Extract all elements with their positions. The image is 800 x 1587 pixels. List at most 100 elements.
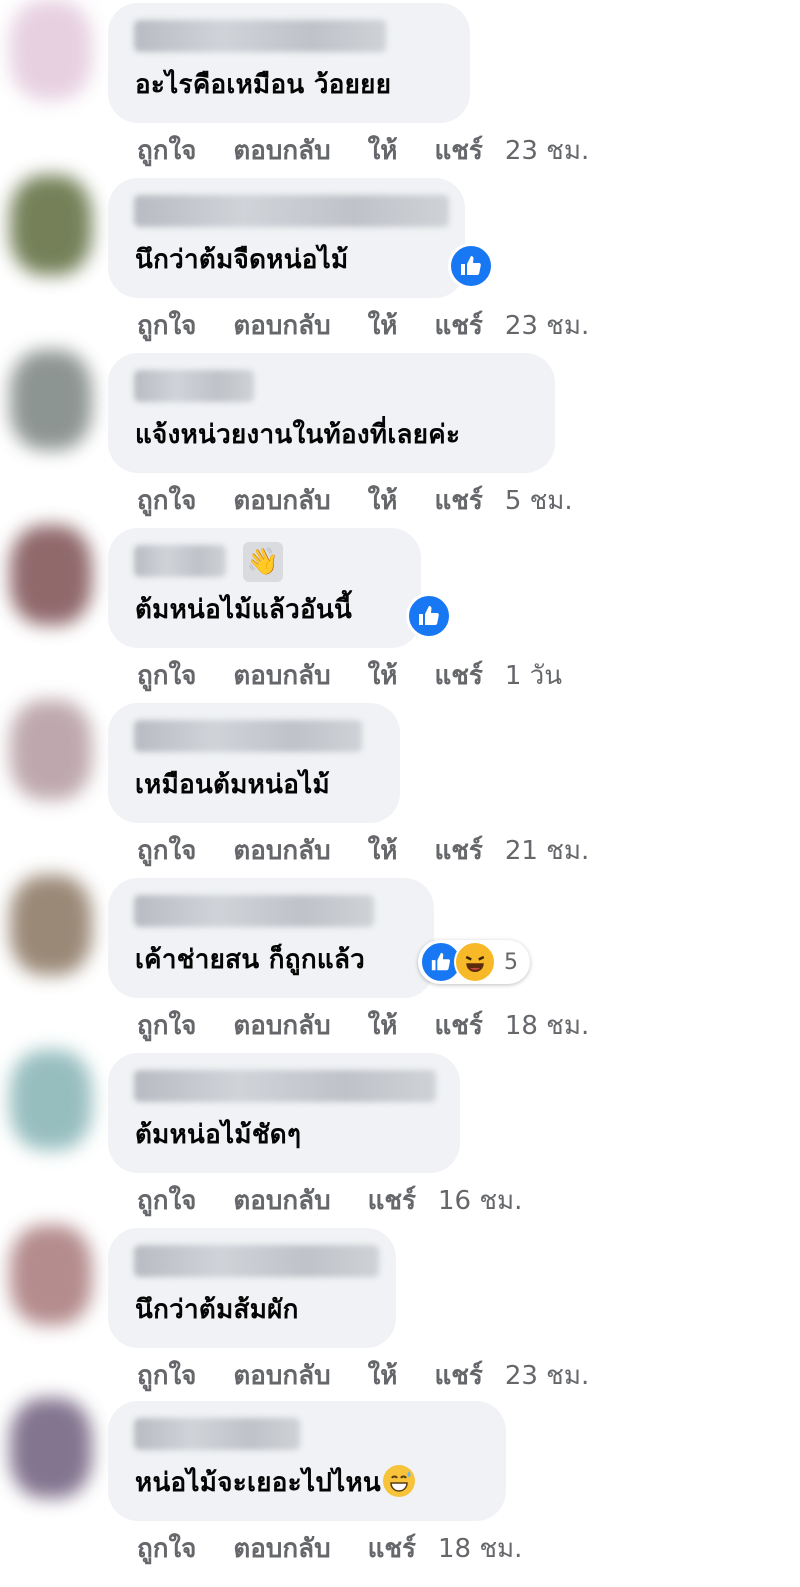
comment-actions: ถูกใจ ตอบกลับ แชร์ 16 ชม. xyxy=(137,1180,522,1220)
share-action[interactable]: แชร์ xyxy=(434,1005,482,1046)
comment: นึกว่าต้มส้มผัก ถูกใจ ตอบกลับ ให้ แชร์ 2… xyxy=(0,1225,800,1400)
give-action[interactable]: ให้ xyxy=(368,1355,398,1396)
timestamp[interactable]: 18 ชม. xyxy=(438,1528,522,1569)
comment-actions: ถูกใจ ตอบกลับ ให้ แชร์ 5 ชม. xyxy=(137,480,573,520)
comment-actions: ถูกใจ ตอบกลับ ให้ แชร์ 23 ชม. xyxy=(137,130,589,170)
reply-action[interactable]: ตอบกลับ xyxy=(233,655,330,696)
like-action[interactable]: ถูกใจ xyxy=(137,1005,196,1046)
reply-action[interactable]: ตอบกลับ xyxy=(233,1355,330,1396)
comment: แจ้งหน่วยงานในท้องที่เลยค่ะ ถูกใจ ตอบกลั… xyxy=(0,350,800,525)
like-action[interactable]: ถูกใจ xyxy=(137,1528,196,1569)
avatar[interactable] xyxy=(10,525,92,625)
timestamp[interactable]: 23 ชม. xyxy=(505,305,589,346)
comment-text: หน่อไม้จะเยอะไปไหน xyxy=(135,1463,416,1503)
comment: เหมือนต้มหน่อไม้ ถูกใจ ตอบกลับ ให้ แชร์ … xyxy=(0,700,800,875)
avatar[interactable] xyxy=(10,350,92,450)
timestamp[interactable]: 16 ชม. xyxy=(438,1180,522,1221)
haha-reaction-icon xyxy=(454,941,496,983)
comment-bubble: อะไรคือเหมือน ว้อยยย xyxy=(108,3,470,123)
share-action[interactable]: แชร์ xyxy=(368,1528,416,1569)
avatar[interactable] xyxy=(10,1225,92,1325)
author-name-blurred[interactable] xyxy=(134,895,374,927)
comment: หน่อไม้จะเยอะไปไหน ถูกใจ ตอบกลับ แชร์ 18… xyxy=(0,1398,800,1573)
comment-text: ต้มหน่อไม้ชัดๆ xyxy=(135,1120,302,1150)
timestamp[interactable]: 23 ชม. xyxy=(505,1355,589,1396)
comment-text: ต้มหน่อไม้แล้วอันนี้ xyxy=(135,595,353,625)
give-action[interactable]: ให้ xyxy=(368,655,398,696)
reaction-count: 5 xyxy=(504,949,518,975)
author-name-blurred[interactable] xyxy=(134,195,449,227)
comment-actions: ถูกใจ ตอบกลับ แชร์ 18 ชม. xyxy=(137,1528,522,1568)
comment: 👋 ต้มหน่อไม้แล้วอันนี้ ถูกใจ ตอบกลับ ให้… xyxy=(0,525,800,700)
avatar[interactable] xyxy=(10,0,92,100)
author-name-blurred[interactable] xyxy=(134,370,254,402)
avatar[interactable] xyxy=(10,700,92,800)
share-action[interactable]: แชร์ xyxy=(434,655,482,696)
like-reaction-icon[interactable] xyxy=(448,243,494,289)
comment: ต้มหน่อไม้ชัดๆ ถูกใจ ตอบกลับ แชร์ 16 ชม. xyxy=(0,1050,800,1225)
timestamp[interactable]: 21 ชม. xyxy=(505,830,589,871)
author-name-blurred[interactable] xyxy=(134,720,362,752)
timestamp[interactable]: 23 ชม. xyxy=(505,130,589,171)
avatar[interactable] xyxy=(10,175,92,275)
comment-bubble: หน่อไม้จะเยอะไปไหน xyxy=(108,1401,506,1521)
share-action[interactable]: แชร์ xyxy=(434,480,482,521)
like-action[interactable]: ถูกใจ xyxy=(137,830,196,871)
author-name-blurred[interactable] xyxy=(134,1245,379,1277)
like-action[interactable]: ถูกใจ xyxy=(137,130,196,171)
comment-bubble: นึกว่าต้มจืดหน่อไม้ xyxy=(108,178,465,298)
like-action[interactable]: ถูกใจ xyxy=(137,655,196,696)
comment-text: อะไรคือเหมือน ว้อยยย xyxy=(135,70,392,100)
give-action[interactable]: ให้ xyxy=(368,1005,398,1046)
timestamp[interactable]: 18 ชม. xyxy=(505,1005,589,1046)
comment-bubble: แจ้งหน่วยงานในท้องที่เลยค่ะ xyxy=(108,353,555,473)
share-action[interactable]: แชร์ xyxy=(434,830,482,871)
reply-action[interactable]: ตอบกลับ xyxy=(233,1180,330,1221)
reply-action[interactable]: ตอบกลับ xyxy=(233,1528,330,1569)
author-name-blurred[interactable] xyxy=(134,1418,300,1450)
comment-actions: ถูกใจ ตอบกลับ ให้ แชร์ 1 วัน xyxy=(137,655,562,695)
comment-actions: ถูกใจ ตอบกลับ ให้ แชร์ 18 ชม. xyxy=(137,1005,589,1045)
give-action[interactable]: ให้ xyxy=(368,480,398,521)
like-action[interactable]: ถูกใจ xyxy=(137,1355,196,1396)
avatar[interactable] xyxy=(10,1398,92,1498)
reply-action[interactable]: ตอบกลับ xyxy=(233,480,330,521)
comment-actions: ถูกใจ ตอบกลับ ให้ แชร์ 21 ชม. xyxy=(137,830,589,870)
comment-actions: ถูกใจ ตอบกลับ ให้ แชร์ 23 ชม. xyxy=(137,1355,589,1395)
comment-actions: ถูกใจ ตอบกลับ ให้ แชร์ 23 ชม. xyxy=(137,305,589,345)
like-action[interactable]: ถูกใจ xyxy=(137,480,196,521)
comment-bubble: ต้มหน่อไม้ชัดๆ xyxy=(108,1053,460,1173)
author-name-blurred[interactable] xyxy=(134,545,226,577)
share-action[interactable]: แชร์ xyxy=(434,1355,482,1396)
reply-action[interactable]: ตอบกลับ xyxy=(233,830,330,871)
sweat-smile-emoji-icon xyxy=(383,1465,416,1497)
give-action[interactable]: ให้ xyxy=(368,305,398,346)
share-action[interactable]: แชร์ xyxy=(368,1180,416,1221)
comment-text-content: หน่อไม้จะเยอะไปไหน xyxy=(135,1468,382,1498)
give-action[interactable]: ให้ xyxy=(368,130,398,171)
comment-text: เหมือนต้มหน่อไม้ xyxy=(135,770,330,800)
avatar[interactable] xyxy=(10,875,92,975)
reaction-summary[interactable]: 5 xyxy=(418,940,530,984)
reply-action[interactable]: ตอบกลับ xyxy=(233,1005,330,1046)
reply-action[interactable]: ตอบกลับ xyxy=(233,305,330,346)
comment-bubble: เค้าช่ายสน ก็ถูกแล้ว xyxy=(108,878,434,998)
comment-bubble: นึกว่าต้มส้มผัก xyxy=(108,1228,396,1348)
share-action[interactable]: แชร์ xyxy=(434,130,482,171)
comment-text: นึกว่าต้มส้มผัก xyxy=(135,1295,299,1325)
like-reaction-icon[interactable] xyxy=(406,593,452,639)
comment-bubble: เหมือนต้มหน่อไม้ xyxy=(108,703,400,823)
waving-hand-icon: 👋 xyxy=(243,542,283,582)
like-action[interactable]: ถูกใจ xyxy=(137,305,196,346)
avatar[interactable] xyxy=(10,1050,92,1150)
timestamp[interactable]: 1 วัน xyxy=(505,655,562,696)
comment: อะไรคือเหมือน ว้อยยย ถูกใจ ตอบกลับ ให้ แ… xyxy=(0,0,800,175)
timestamp[interactable]: 5 ชม. xyxy=(505,480,573,521)
share-action[interactable]: แชร์ xyxy=(434,305,482,346)
comment-text: แจ้งหน่วยงานในท้องที่เลยค่ะ xyxy=(135,420,461,450)
give-action[interactable]: ให้ xyxy=(368,830,398,871)
reply-action[interactable]: ตอบกลับ xyxy=(233,130,330,171)
like-action[interactable]: ถูกใจ xyxy=(137,1180,196,1221)
author-name-blurred[interactable] xyxy=(134,20,386,52)
author-name-blurred[interactable] xyxy=(134,1070,436,1102)
